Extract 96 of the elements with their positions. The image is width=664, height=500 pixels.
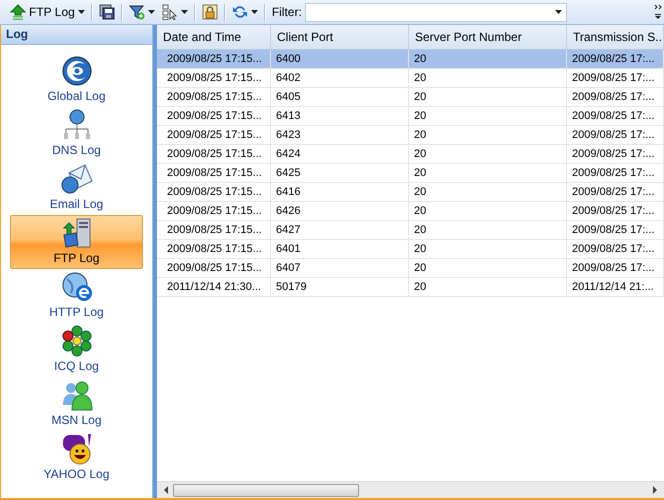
table-cell: 6427 [271,221,409,239]
two-people-icon [60,379,92,411]
table-cell: 20 [409,164,567,182]
table-cell: 6402 [271,69,409,87]
table-cell: 20 [409,50,567,68]
table-cell: 6405 [271,88,409,106]
smiley-badge-icon [60,433,92,465]
filter-field[interactable] [304,2,567,22]
table-cell: 2009/08/25 17:15... [157,126,271,144]
table-cell: 2009/08/25 17:15... [157,50,271,68]
column-header[interactable]: Server Port Number [409,25,567,49]
globe-e-icon [60,271,92,303]
column-header[interactable]: Transmission S.. [567,25,664,49]
table-cell: 2009/08/25 17:15... [157,88,271,106]
table-cell: 20 [409,107,567,125]
column-header[interactable]: Client Port [271,25,409,49]
funnel-plus-icon [128,4,145,20]
save-icon [98,4,115,20]
selected-row[interactable]: 2009/08/25 17:15... 6400 20 2009/08/25 17:... [157,50,664,69]
table-cell: 20 [409,221,567,239]
log-category-item[interactable]: Global Log [10,53,143,107]
filter-label: Filter: [272,5,302,19]
scroll-right-icon[interactable] [652,486,658,494]
table-cell: 20 [409,88,567,106]
table-cell: 2009/08/25 17:... [567,240,664,258]
table-cell: 2009/08/25 17:15... [157,69,271,87]
table-cell: 20 [409,183,567,201]
table-cell: 2009/08/25 17:... [567,183,664,201]
table-cell: 2009/08/25 17:... [567,50,664,68]
table-cell: 2009/08/25 17:... [567,69,664,87]
add-filter-button[interactable] [126,3,157,21]
flower-icon [60,325,92,357]
lock-button[interactable] [200,3,220,21]
dropdown-caret-icon[interactable] [554,10,562,14]
scroll-thumb[interactable] [173,484,359,496]
table-cell: 50179 [271,278,409,296]
table-cell: 2009/08/25 17:... [567,221,664,239]
log-category-item[interactable]: DNS Log [10,107,143,161]
server-upload-icon [60,217,92,249]
columns-cursor-icon [162,4,178,20]
table-cell: 6413 [271,107,409,125]
table-cell: 2009/08/25 17:... [567,107,664,125]
panel-title: Log [1,25,152,45]
caret-icon [250,10,258,14]
table-cell: 2009/08/25 17:... [567,88,664,106]
table-cell: 6426 [271,202,409,220]
table-cell: 6424 [271,145,409,163]
table-cell: 6407 [271,259,409,277]
table-cell: 2009/08/25 17:15... [157,107,271,125]
save-button[interactable] [96,3,117,21]
column-header[interactable]: Date and Time [157,25,271,49]
table-cell: 2011/12/14 21:... [567,278,664,296]
table-cell: 2009/08/25 17:... [567,126,664,144]
table-cell: 2011/12/14 21:30... [157,278,271,296]
envelope-globe-icon [60,163,92,195]
table-cell: 20 [409,278,567,296]
overflow-chevron-icon[interactable] [654,4,662,20]
caret-icon [148,10,155,14]
table-cell: 2009/08/25 17:... [567,259,664,277]
refresh-icon [232,4,248,20]
table-cell: 6416 [271,183,409,201]
table-cell: 20 [409,69,567,87]
columns-button[interactable] [160,3,190,21]
table-cell: 2009/08/25 17:15... [157,183,271,201]
table-cell: 20 [409,259,567,277]
log-category-item[interactable]: ICQ Log [10,323,143,377]
table-cell: 2009/08/25 17:15... [157,221,271,239]
caret-icon [78,10,85,14]
log-category-item[interactable]: FTP Log [10,215,143,269]
table-cell: 6425 [271,164,409,182]
table-cell: 20 [409,145,567,163]
table-cell: 20 [409,202,567,220]
log-category-item[interactable]: HTTP Log [10,269,143,323]
table-cell: 20 [409,240,567,258]
log-menu-button[interactable]: FTP Log [8,3,87,21]
table-cell: 2009/08/25 17:15... [157,259,271,277]
table-cell: 2009/08/25 17:... [567,164,664,182]
caret-icon [180,10,188,14]
horizontal-scrollbar[interactable] [157,481,664,498]
scroll-left-icon[interactable] [163,486,169,494]
table-cell: 20 [409,126,567,144]
table-cell: 2009/08/25 17:... [567,145,664,163]
table-cell: 2009/08/25 17:15... [157,202,271,220]
table-cell: 6401 [271,240,409,258]
padlock-icon [202,4,218,20]
table-cell: 6400 [271,50,409,68]
log-category-item[interactable]: MSN Log [10,377,143,431]
globe-eye-icon [60,55,92,87]
log-category-item[interactable]: YAHOO Log [10,431,143,485]
log-category-item[interactable]: Email Log [10,161,143,215]
up-arrow-icon [10,4,26,20]
table-cell: 2009/08/25 17:15... [157,240,271,258]
table-cell: 2009/08/25 17:15... [157,164,271,182]
table-cell: 2009/08/25 17:... [567,202,664,220]
table-cell: 6423 [271,126,409,144]
table-cell: 2009/08/25 17:15... [157,145,271,163]
